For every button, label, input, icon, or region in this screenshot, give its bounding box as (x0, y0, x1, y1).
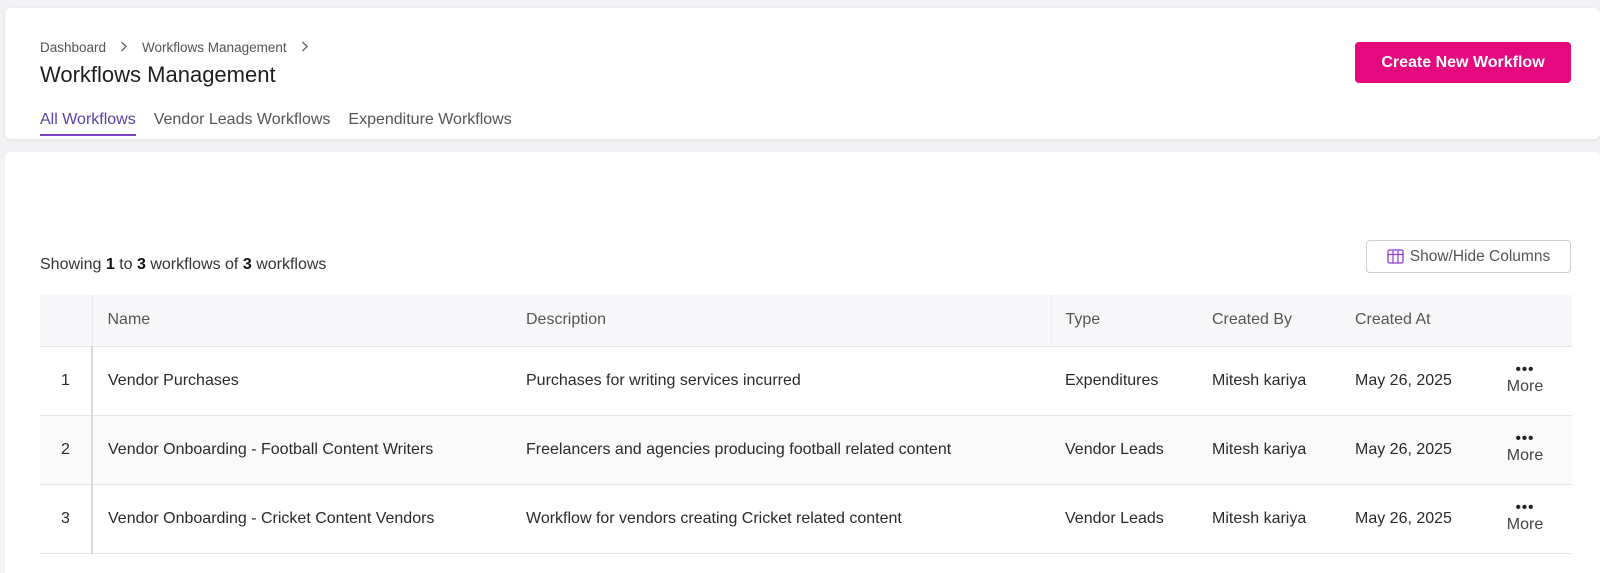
workflows-table: Name Description Type Created By Created… (40, 295, 1572, 554)
row-index: 1 (40, 346, 93, 416)
workflow-created-by: Mitesh kariya (1198, 415, 1341, 485)
breadcrumb: Dashboard Workflows Management (40, 40, 323, 55)
show-hide-columns-button[interactable]: Show/Hide Columns (1366, 240, 1571, 273)
workflow-description: Purchases for writing services incurred (512, 346, 1051, 416)
workflow-name[interactable]: Vendor Onboarding - Cricket Content Vend… (92, 484, 512, 554)
workflow-type: Expenditures (1051, 346, 1198, 416)
tab-all-workflows[interactable]: All Workflows (40, 111, 136, 136)
show-hide-columns-label: Show/Hide Columns (1409, 247, 1551, 265)
header-type[interactable]: Type (1051, 295, 1198, 347)
more-label: More (1506, 515, 1544, 533)
table-row[interactable]: 1 Vendor Purchases Purchases for writing… (40, 346, 1572, 416)
workflow-description: Freelancers and agencies producing footb… (512, 415, 1051, 485)
create-new-workflow-button[interactable]: Create New Workflow (1355, 42, 1571, 83)
table-header-row: Name Description Type Created By Created… (40, 295, 1572, 347)
breadcrumb-workflows-management[interactable]: Workflows Management (142, 40, 287, 55)
workflow-tabs: All Workflows Vendor Leads Workflows Exp… (40, 111, 530, 136)
header-created-by[interactable]: Created By (1198, 295, 1341, 347)
tab-expenditure-workflows[interactable]: Expenditure Workflows (348, 111, 511, 133)
workflows-panel: Showing 1 to 3 workflows of 3 workflows … (5, 152, 1600, 573)
more-horizontal-icon: ••• (1515, 429, 1535, 447)
header-actions (1498, 295, 1572, 347)
workflow-created-at: May 26, 2025 (1341, 484, 1498, 554)
showing-summary: Showing 1 to 3 workflows of 3 workflows (40, 256, 326, 274)
more-horizontal-icon: ••• (1515, 360, 1535, 378)
more-label: More (1506, 377, 1544, 395)
workflow-type: Vendor Leads (1051, 484, 1198, 554)
workflow-created-at: May 26, 2025 (1341, 346, 1498, 416)
workflow-name[interactable]: Vendor Onboarding - Football Content Wri… (92, 415, 512, 485)
table-row[interactable]: 2 Vendor Onboarding - Football Content W… (40, 415, 1572, 485)
header-index (40, 295, 93, 347)
row-more-button[interactable]: ••• More (1498, 415, 1572, 485)
row-index: 3 (40, 484, 93, 554)
header-created-at[interactable]: Created At (1341, 295, 1498, 347)
showing-to-word: to (119, 256, 133, 273)
row-more-button[interactable]: ••• More (1498, 484, 1572, 554)
page-title: Workflows Management (40, 62, 276, 87)
showing-from: 1 (105, 256, 115, 273)
showing-mid: workflows of (150, 256, 239, 273)
workflow-created-by: Mitesh kariya (1198, 346, 1341, 416)
chevron-right-icon (120, 40, 128, 55)
showing-to: 3 (136, 256, 146, 273)
table-columns-icon (1387, 249, 1404, 264)
workflow-name[interactable]: Vendor Purchases (92, 346, 512, 416)
table-row[interactable]: 3 Vendor Onboarding - Cricket Content Ve… (40, 484, 1572, 554)
showing-prefix: Showing (40, 256, 102, 273)
breadcrumb-dashboard[interactable]: Dashboard (40, 40, 106, 55)
row-index: 2 (40, 415, 93, 485)
chevron-right-icon (301, 40, 309, 55)
row-more-button[interactable]: ••• More (1498, 346, 1572, 416)
showing-suffix: workflows (256, 256, 327, 273)
header-description[interactable]: Description (512, 295, 1052, 347)
workflow-created-at: May 26, 2025 (1341, 415, 1498, 485)
workflow-type: Vendor Leads (1051, 415, 1198, 485)
workflow-created-by: Mitesh kariya (1198, 484, 1341, 554)
page-header: Dashboard Workflows Management Workflows… (5, 8, 1600, 139)
more-label: More (1506, 446, 1544, 464)
more-horizontal-icon: ••• (1515, 498, 1535, 516)
workflow-description: Workflow for vendors creating Cricket re… (512, 484, 1051, 554)
header-name[interactable]: Name (92, 295, 512, 347)
tab-vendor-leads-workflows[interactable]: Vendor Leads Workflows (154, 111, 331, 133)
showing-total: 3 (242, 256, 252, 273)
